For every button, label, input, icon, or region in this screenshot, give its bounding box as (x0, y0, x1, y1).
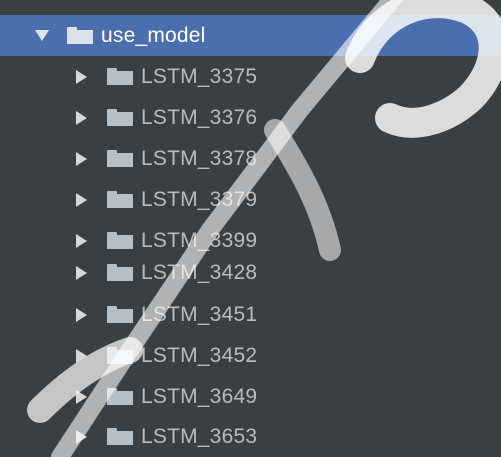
tree-node-lstm-3376[interactable]: LSTM_3376 (0, 97, 501, 138)
collapse-arrow-right-icon[interactable] (76, 69, 87, 84)
folder-icon (67, 27, 93, 44)
folder-icon (107, 109, 133, 126)
tree-node-lstm-3653[interactable]: LSTM_3653 (0, 416, 501, 457)
folder-icon (107, 388, 133, 405)
tree-node-label: LSTM_3375 (141, 64, 258, 88)
collapse-arrow-right-icon[interactable] (76, 389, 87, 404)
collapse-arrow-right-icon[interactable] (76, 265, 87, 280)
tree-node-label: LSTM_3452 (141, 343, 258, 367)
tree-node-use-model[interactable]: use_model (0, 15, 501, 56)
tree-node-label: LSTM_3649 (141, 384, 258, 408)
tree-node-lstm-3375[interactable]: LSTM_3375 (0, 56, 501, 97)
collapse-arrow-right-icon[interactable] (76, 348, 87, 363)
tree-node-label: LSTM_3428 (141, 260, 258, 284)
folder-icon (107, 347, 133, 364)
tree-node-lstm-3428[interactable]: LSTM_3428 (0, 252, 501, 293)
folder-icon (107, 68, 133, 85)
collapse-arrow-right-icon[interactable] (76, 151, 87, 166)
tree-node-label: LSTM_3379 (141, 187, 258, 211)
tree-node-label: LSTM_3653 (141, 424, 258, 448)
project-tree: use_model LSTM_3375 LSTM_3376 LSTM_3378 … (0, 0, 501, 457)
tree-node-lstm-3452[interactable]: LSTM_3452 (0, 335, 501, 376)
collapse-arrow-right-icon[interactable] (76, 192, 87, 207)
tree-node-label: LSTM_3451 (141, 302, 258, 326)
folder-icon (107, 428, 133, 445)
folder-icon (107, 306, 133, 323)
folder-icon (107, 191, 133, 208)
tree-node-label: use_model (101, 23, 206, 47)
expand-arrow-down-icon[interactable] (35, 30, 49, 41)
tree-node-label: LSTM_3399 (141, 228, 258, 252)
tree-node-lstm-3649[interactable]: LSTM_3649 (0, 376, 501, 417)
tree-node-lstm-3379[interactable]: LSTM_3379 (0, 179, 501, 220)
folder-icon (107, 150, 133, 167)
folder-icon (107, 264, 133, 281)
collapse-arrow-right-icon[interactable] (76, 429, 87, 444)
collapse-arrow-right-icon[interactable] (76, 307, 87, 322)
tree-node-label: LSTM_3378 (141, 146, 258, 170)
tree-node-label: LSTM_3376 (141, 105, 258, 129)
folder-icon (107, 232, 133, 249)
tree-node-lstm-3451[interactable]: LSTM_3451 (0, 294, 501, 335)
collapse-arrow-right-icon[interactable] (76, 110, 87, 125)
tree-node-lstm-3378[interactable]: LSTM_3378 (0, 138, 501, 179)
collapse-arrow-right-icon[interactable] (76, 233, 87, 248)
